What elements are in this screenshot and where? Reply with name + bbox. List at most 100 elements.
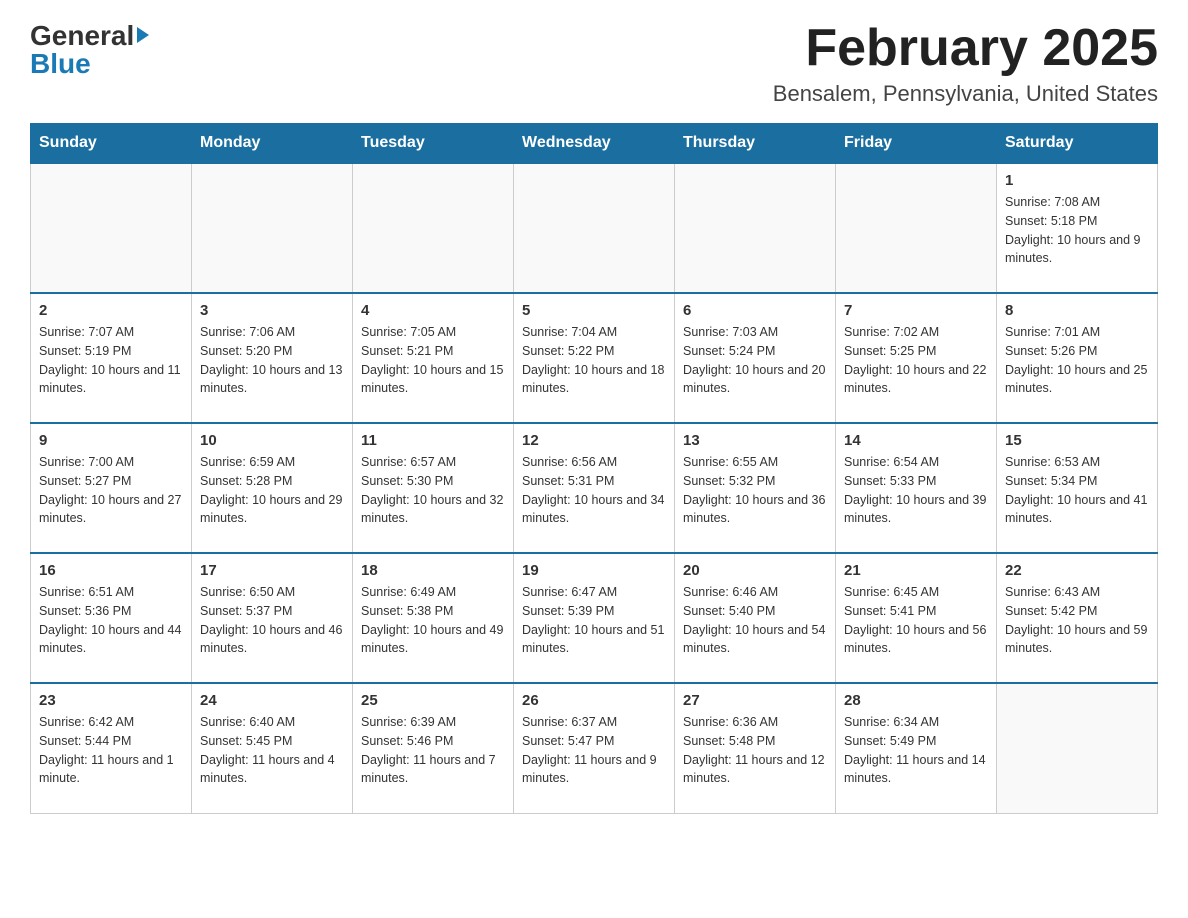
calendar-cell: 23 Sunrise: 6:42 AMSunset: 5:44 PMDayligh…: [31, 683, 192, 813]
day-info: Sunrise: 7:05 AMSunset: 5:21 PMDaylight:…: [361, 323, 505, 398]
day-info: Sunrise: 7:04 AMSunset: 5:22 PMDaylight:…: [522, 323, 666, 398]
calendar-cell: 26 Sunrise: 6:37 AMSunset: 5:47 PMDayligh…: [514, 683, 675, 813]
day-number: 8: [1005, 302, 1149, 319]
logo-blue-text: Blue: [30, 48, 91, 80]
calendar-cell: 27Sunrise: 6:36 AMSunset: 5:48 PMDayligh…: [675, 683, 836, 813]
logo: General Blue: [30, 20, 149, 80]
month-title: February 2025: [773, 20, 1158, 77]
calendar-cell: 8 Sunrise: 7:01 AMSunset: 5:26 PMDaylight…: [997, 293, 1158, 423]
calendar-cell: 11Sunrise: 6:57 AMSunset: 5:30 PMDayligh…: [353, 423, 514, 553]
day-info: Sunrise: 6:51 AMSunset: 5:36 PMDaylight:…: [39, 583, 183, 658]
day-number: 10: [200, 432, 344, 449]
calendar-cell: 3 Sunrise: 7:06 AMSunset: 5:20 PMDaylight…: [192, 293, 353, 423]
calendar-cell: 15Sunrise: 6:53 AMSunset: 5:34 PMDayligh…: [997, 423, 1158, 553]
calendar-cell: 2 Sunrise: 7:07 AMSunset: 5:19 PMDaylight…: [31, 293, 192, 423]
calendar-cell: 25 Sunrise: 6:39 AMSunset: 5:46 PMDayligh…: [353, 683, 514, 813]
day-info: Sunrise: 6:54 AMSunset: 5:33 PMDaylight:…: [844, 453, 988, 528]
day-info: Sunrise: 6:50 AMSunset: 5:37 PMDaylight:…: [200, 583, 344, 658]
day-info: Sunrise: 6:56 AMSunset: 5:31 PMDaylight:…: [522, 453, 666, 528]
calendar-cell: 4 Sunrise: 7:05 AMSunset: 5:21 PMDaylight…: [353, 293, 514, 423]
day-info: Sunrise: 6:43 AMSunset: 5:42 PMDaylight:…: [1005, 583, 1149, 658]
week-row-5: 23 Sunrise: 6:42 AMSunset: 5:44 PMDayligh…: [31, 683, 1158, 813]
day-info: Sunrise: 6:55 AMSunset: 5:32 PMDaylight:…: [683, 453, 827, 528]
day-info: Sunrise: 6:40 AMSunset: 5:45 PMDaylight:…: [200, 713, 344, 788]
day-number: 22: [1005, 562, 1149, 579]
day-number: 24: [200, 692, 344, 709]
day-number: 11: [361, 432, 505, 449]
day-info: Sunrise: 6:49 AMSunset: 5:38 PMDaylight:…: [361, 583, 505, 658]
weekday-header-tuesday: Tuesday: [353, 124, 514, 164]
calendar-cell: 10 Sunrise: 6:59 AMSunset: 5:28 PMDayligh…: [192, 423, 353, 553]
day-number: 23: [39, 692, 183, 709]
day-number: 17: [200, 562, 344, 579]
day-info: Sunrise: 6:45 AMSunset: 5:41 PMDaylight:…: [844, 583, 988, 658]
day-number: 13: [683, 432, 827, 449]
calendar-cell: 24 Sunrise: 6:40 AMSunset: 5:45 PMDayligh…: [192, 683, 353, 813]
week-row-2: 2 Sunrise: 7:07 AMSunset: 5:19 PMDaylight…: [31, 293, 1158, 423]
calendar-cell: [675, 163, 836, 293]
calendar-cell: 28 Sunrise: 6:34 AMSunset: 5:49 PMDayligh…: [836, 683, 997, 813]
calendar-cell: 9 Sunrise: 7:00 AMSunset: 5:27 PMDaylight…: [31, 423, 192, 553]
day-number: 18: [361, 562, 505, 579]
day-info: Sunrise: 6:42 AMSunset: 5:44 PMDaylight:…: [39, 713, 183, 788]
day-number: 6: [683, 302, 827, 319]
title-area: February 2025 Bensalem, Pennsylvania, Un…: [773, 20, 1158, 107]
calendar-cell: 19 Sunrise: 6:47 AMSunset: 5:39 PMDayligh…: [514, 553, 675, 683]
day-number: 5: [522, 302, 666, 319]
day-number: 1: [1005, 172, 1149, 189]
day-info: Sunrise: 6:36 AMSunset: 5:48 PMDaylight:…: [683, 713, 827, 788]
calendar-cell: [192, 163, 353, 293]
day-info: Sunrise: 7:02 AMSunset: 5:25 PMDaylight:…: [844, 323, 988, 398]
day-info: Sunrise: 7:01 AMSunset: 5:26 PMDaylight:…: [1005, 323, 1149, 398]
day-info: Sunrise: 6:53 AMSunset: 5:34 PMDaylight:…: [1005, 453, 1149, 528]
day-number: 20: [683, 562, 827, 579]
calendar-cell: 18 Sunrise: 6:49 AMSunset: 5:38 PMDayligh…: [353, 553, 514, 683]
calendar-cell: 22 Sunrise: 6:43 AMSunset: 5:42 PMDayligh…: [997, 553, 1158, 683]
calendar-cell: [31, 163, 192, 293]
calendar-cell: 12Sunrise: 6:56 AMSunset: 5:31 PMDayligh…: [514, 423, 675, 553]
weekday-header-wednesday: Wednesday: [514, 124, 675, 164]
calendar-cell: [997, 683, 1158, 813]
day-info: Sunrise: 6:37 AMSunset: 5:47 PMDaylight:…: [522, 713, 666, 788]
day-info: Sunrise: 7:00 AMSunset: 5:27 PMDaylight:…: [39, 453, 183, 528]
weekday-header-friday: Friday: [836, 124, 997, 164]
calendar-cell: [514, 163, 675, 293]
day-number: 14: [844, 432, 988, 449]
calendar-cell: 20 Sunrise: 6:46 AMSunset: 5:40 PMDayligh…: [675, 553, 836, 683]
weekday-header-sunday: Sunday: [31, 124, 192, 164]
day-info: Sunrise: 7:07 AMSunset: 5:19 PMDaylight:…: [39, 323, 183, 398]
day-info: Sunrise: 6:46 AMSunset: 5:40 PMDaylight:…: [683, 583, 827, 658]
header: General Blue February 2025 Bensalem, Pen…: [30, 20, 1158, 107]
week-row-1: 1 Sunrise: 7:08 AMSunset: 5:18 PMDaylight…: [31, 163, 1158, 293]
day-number: 2: [39, 302, 183, 319]
day-number: 25: [361, 692, 505, 709]
day-info: Sunrise: 6:39 AMSunset: 5:46 PMDaylight:…: [361, 713, 505, 788]
calendar-cell: 14 Sunrise: 6:54 AMSunset: 5:33 PMDayligh…: [836, 423, 997, 553]
calendar-cell: 6 Sunrise: 7:03 AMSunset: 5:24 PMDaylight…: [675, 293, 836, 423]
day-number: 7: [844, 302, 988, 319]
weekday-header-row: SundayMondayTuesdayWednesdayThursdayFrid…: [31, 124, 1158, 164]
day-info: Sunrise: 7:03 AMSunset: 5:24 PMDaylight:…: [683, 323, 827, 398]
calendar-cell: 17 Sunrise: 6:50 AMSunset: 5:37 PMDayligh…: [192, 553, 353, 683]
day-number: 4: [361, 302, 505, 319]
calendar-table: SundayMondayTuesdayWednesdayThursdayFrid…: [30, 123, 1158, 814]
week-row-4: 16 Sunrise: 6:51 AMSunset: 5:36 PMDayligh…: [31, 553, 1158, 683]
day-info: Sunrise: 7:08 AMSunset: 5:18 PMDaylight:…: [1005, 193, 1149, 268]
calendar-cell: 5 Sunrise: 7:04 AMSunset: 5:22 PMDaylight…: [514, 293, 675, 423]
day-info: Sunrise: 6:47 AMSunset: 5:39 PMDaylight:…: [522, 583, 666, 658]
logo-arrow-icon: [137, 27, 149, 43]
day-info: Sunrise: 6:34 AMSunset: 5:49 PMDaylight:…: [844, 713, 988, 788]
weekday-header-saturday: Saturday: [997, 124, 1158, 164]
calendar-cell: 16 Sunrise: 6:51 AMSunset: 5:36 PMDayligh…: [31, 553, 192, 683]
day-number: 16: [39, 562, 183, 579]
day-info: Sunrise: 7:06 AMSunset: 5:20 PMDaylight:…: [200, 323, 344, 398]
week-row-3: 9 Sunrise: 7:00 AMSunset: 5:27 PMDaylight…: [31, 423, 1158, 553]
day-number: 19: [522, 562, 666, 579]
day-info: Sunrise: 6:59 AMSunset: 5:28 PMDaylight:…: [200, 453, 344, 528]
day-number: 28: [844, 692, 988, 709]
weekday-header-monday: Monday: [192, 124, 353, 164]
day-number: 26: [522, 692, 666, 709]
day-number: 3: [200, 302, 344, 319]
calendar-cell: [353, 163, 514, 293]
day-number: 9: [39, 432, 183, 449]
